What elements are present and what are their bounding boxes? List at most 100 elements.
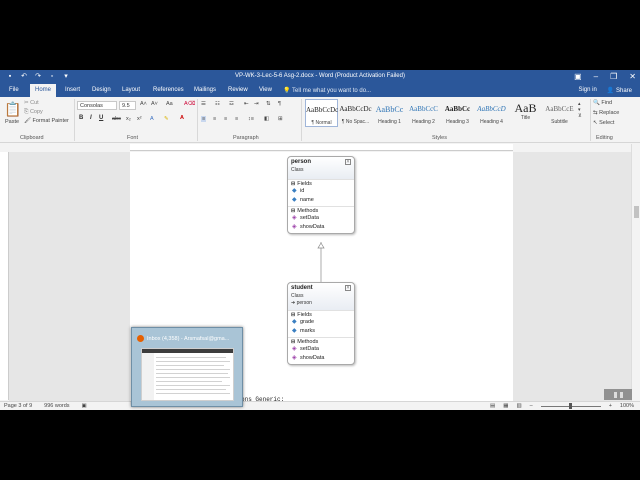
- sort-icon[interactable]: ⇅: [266, 101, 271, 107]
- collapse-icon[interactable]: ˄: [345, 159, 351, 165]
- tab-home[interactable]: Home: [30, 84, 57, 97]
- status-right: ▤ ▦ ▥ – + 100%: [490, 402, 634, 409]
- tab-layout[interactable]: Layout: [117, 84, 145, 97]
- copy-label: Copy: [29, 109, 43, 115]
- grow-font-icon[interactable]: A˄: [140, 101, 147, 107]
- style-heading-4[interactable]: AaBbCcD Heading 4: [475, 99, 508, 127]
- zoom-level[interactable]: 100%: [620, 403, 634, 409]
- zoom-out-icon[interactable]: –: [530, 403, 533, 409]
- find-button[interactable]: 🔍 Find: [593, 100, 612, 106]
- screen: ▪ ↶ ↷ ▫ ▾ VP-WK-3-Lec-5-6 Asg-2.docx - W…: [0, 0, 640, 480]
- word-count[interactable]: 996 words: [44, 403, 69, 409]
- font-size-box[interactable]: 9.5: [119, 101, 136, 110]
- tell-me-box[interactable]: 💡 Tell me what you want to do...: [283, 87, 371, 94]
- vertical-ruler[interactable]: [0, 152, 9, 400]
- tab-view[interactable]: View: [254, 84, 277, 97]
- zoom-slider[interactable]: [540, 402, 601, 409]
- superscript-icon[interactable]: x²: [137, 116, 142, 122]
- line-spacing-icon[interactable]: ↕≡: [248, 116, 254, 122]
- show-marks-icon[interactable]: ¶: [278, 101, 281, 107]
- shrink-font-icon[interactable]: A˅: [151, 101, 158, 107]
- justify-icon[interactable]: ≡: [235, 116, 238, 122]
- style-sample: AaBbCcC: [409, 105, 438, 113]
- shading-icon[interactable]: ◧: [264, 116, 269, 122]
- align-left-icon[interactable]: ≡: [201, 116, 207, 122]
- zoom-slider-thumb[interactable]: [568, 402, 572, 409]
- copy-button[interactable]: ⎘ Copy: [24, 109, 43, 116]
- window-title: VP-WK-3-Lec-5-6 Asg-2.docx - Word (Produ…: [235, 73, 405, 79]
- select-button[interactable]: ↖ Select: [593, 120, 614, 126]
- style-sample: AaBbCcD: [477, 105, 506, 113]
- minimize-icon[interactable]: –: [594, 71, 598, 82]
- align-center-icon[interactable]: ≡: [213, 116, 216, 122]
- strikethrough-icon[interactable]: abc: [112, 116, 121, 122]
- decrease-indent-icon[interactable]: ⇤: [244, 101, 249, 107]
- close-icon[interactable]: ✕: [629, 71, 636, 82]
- bullets-icon[interactable]: ☰: [201, 101, 206, 107]
- tab-insert[interactable]: Insert: [60, 84, 85, 97]
- style-heading-1[interactable]: AaBbCc Heading 1: [373, 99, 406, 127]
- divider: [590, 99, 591, 141]
- align-right-icon[interactable]: ≡: [224, 116, 227, 122]
- style-heading-3[interactable]: AaBbCc Heading 3: [441, 99, 474, 127]
- style-no-spacing[interactable]: AaBbCcDc ¶ No Spac...: [339, 99, 372, 127]
- bold-icon[interactable]: B: [79, 115, 83, 121]
- field-name: name: [300, 197, 314, 203]
- class-box-person[interactable]: person Class ˄ ⊟ Fields ◆ id ◆ name ⊟ Method…: [287, 156, 355, 234]
- increase-indent-icon[interactable]: ⇥: [254, 101, 259, 107]
- format-painter-button[interactable]: 🖌 Format Painter: [24, 118, 69, 124]
- web-layout-icon[interactable]: ▥: [516, 403, 521, 409]
- style-subtitle[interactable]: AaBbCcE Subtitle: [543, 99, 576, 127]
- tab-review[interactable]: Review: [223, 84, 253, 97]
- highlight-icon[interactable]: ✎: [164, 116, 169, 122]
- font-color-icon[interactable]: A: [180, 115, 184, 121]
- tab-mailings[interactable]: Mailings: [189, 84, 221, 97]
- style-normal[interactable]: AaBbCcDc ¶ Normal: [305, 99, 338, 127]
- video-controls-overlay[interactable]: [604, 389, 632, 400]
- collapse-icon[interactable]: ˄: [345, 285, 351, 291]
- text-effects-icon[interactable]: A: [150, 116, 154, 122]
- horizontal-ruler[interactable]: [130, 144, 513, 151]
- class-type: Class: [291, 293, 304, 299]
- styles-more-icon[interactable]: ▴ ▾ ⊻: [578, 101, 582, 119]
- document-text-line: ons Generic:: [241, 396, 285, 403]
- subscript-icon[interactable]: x₂: [126, 116, 131, 122]
- tab-references[interactable]: References: [148, 84, 189, 97]
- format-painter-label: Format Painter: [32, 118, 69, 124]
- print-layout-icon[interactable]: ▦: [503, 403, 508, 409]
- sign-in-link[interactable]: Sign in: [578, 87, 596, 94]
- zoom-in-icon[interactable]: +: [609, 403, 612, 409]
- style-title[interactable]: AaB Title: [509, 99, 542, 127]
- style-name: ¶ Normal: [311, 120, 332, 126]
- find-label: Find: [601, 100, 613, 106]
- italic-icon[interactable]: I: [90, 115, 92, 121]
- paste-icon[interactable]: 📋: [4, 101, 21, 118]
- share-button[interactable]: 👤 Share: [607, 87, 632, 94]
- maximize-icon[interactable]: ❐: [610, 71, 617, 82]
- base-class: ➜ person: [291, 300, 351, 306]
- change-case-icon[interactable]: Aa: [166, 101, 173, 107]
- ribbon-display-icon[interactable]: ▣: [574, 71, 582, 82]
- taskbar-thumbnail-preview[interactable]: Inbox (4,358) - Arsmafsal@gma...: [131, 327, 243, 407]
- class-box-student[interactable]: student Class ➜ person ˄ ⊟ Fields ◆ grade …: [287, 282, 355, 365]
- replace-button[interactable]: ⇆ Replace: [593, 110, 619, 116]
- thumbnail-title: Inbox (4,358) - Arsmafsal@gma...: [137, 335, 229, 342]
- underline-icon[interactable]: U: [99, 115, 103, 121]
- style-heading-2[interactable]: AaBbCcC Heading 2: [407, 99, 440, 127]
- methods-section: ⊟ Methods ◈ setData ◈ showData: [288, 337, 354, 364]
- pause-icon: [619, 391, 623, 398]
- borders-icon[interactable]: ⊞: [278, 116, 283, 122]
- tab-design[interactable]: Design: [87, 84, 116, 97]
- page-count[interactable]: Page 3 of 9: [4, 403, 32, 409]
- numbering-icon[interactable]: ☷: [215, 101, 220, 107]
- read-mode-icon[interactable]: ▤: [490, 403, 495, 409]
- cut-button[interactable]: ✂ Cut: [24, 100, 39, 106]
- vertical-scrollbar[interactable]: [631, 144, 640, 401]
- tab-file[interactable]: File: [4, 84, 24, 97]
- multilevel-list-icon[interactable]: ☲: [229, 101, 234, 107]
- clear-formatting-icon[interactable]: A⌫: [184, 101, 195, 107]
- proofing-icon[interactable]: ▣: [82, 403, 87, 409]
- paste-button[interactable]: Paste: [5, 119, 19, 125]
- font-name-box[interactable]: Consolas: [77, 101, 117, 110]
- scrollbar-thumb[interactable]: [634, 206, 639, 218]
